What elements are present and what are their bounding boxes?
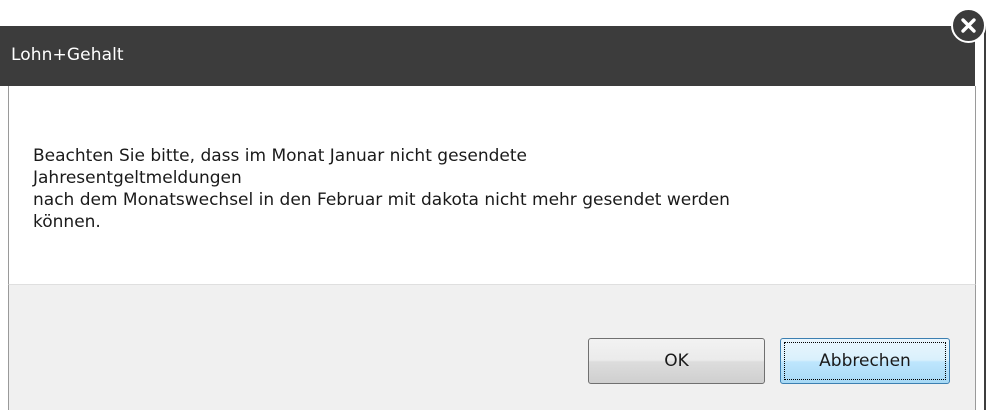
cancel-button-label: Abbrechen	[819, 351, 911, 371]
close-icon	[961, 18, 976, 33]
title-bar[interactable]: Lohn+Gehalt	[0, 26, 975, 86]
dialog-window: Lohn+Gehalt Beachten Sie bitte, dass im …	[0, 26, 986, 410]
message-text: Beachten Sie bitte, dass im Monat Januar…	[33, 145, 933, 233]
cancel-button[interactable]: Abbrechen	[780, 338, 950, 384]
message-line: Beachten Sie bitte, dass im Monat Januar…	[33, 146, 527, 166]
message-line: Jahresentgeltmeldungen	[33, 168, 242, 188]
window-title: Lohn+Gehalt	[11, 45, 124, 65]
message-area: Beachten Sie bitte, dass im Monat Januar…	[8, 86, 976, 284]
ok-button-label: OK	[664, 351, 689, 371]
ok-button[interactable]: OK	[588, 338, 765, 384]
message-line: können.	[33, 212, 101, 232]
close-button[interactable]	[951, 8, 986, 43]
message-line: nach dem Monatswechsel in den Februar mi…	[33, 190, 730, 210]
